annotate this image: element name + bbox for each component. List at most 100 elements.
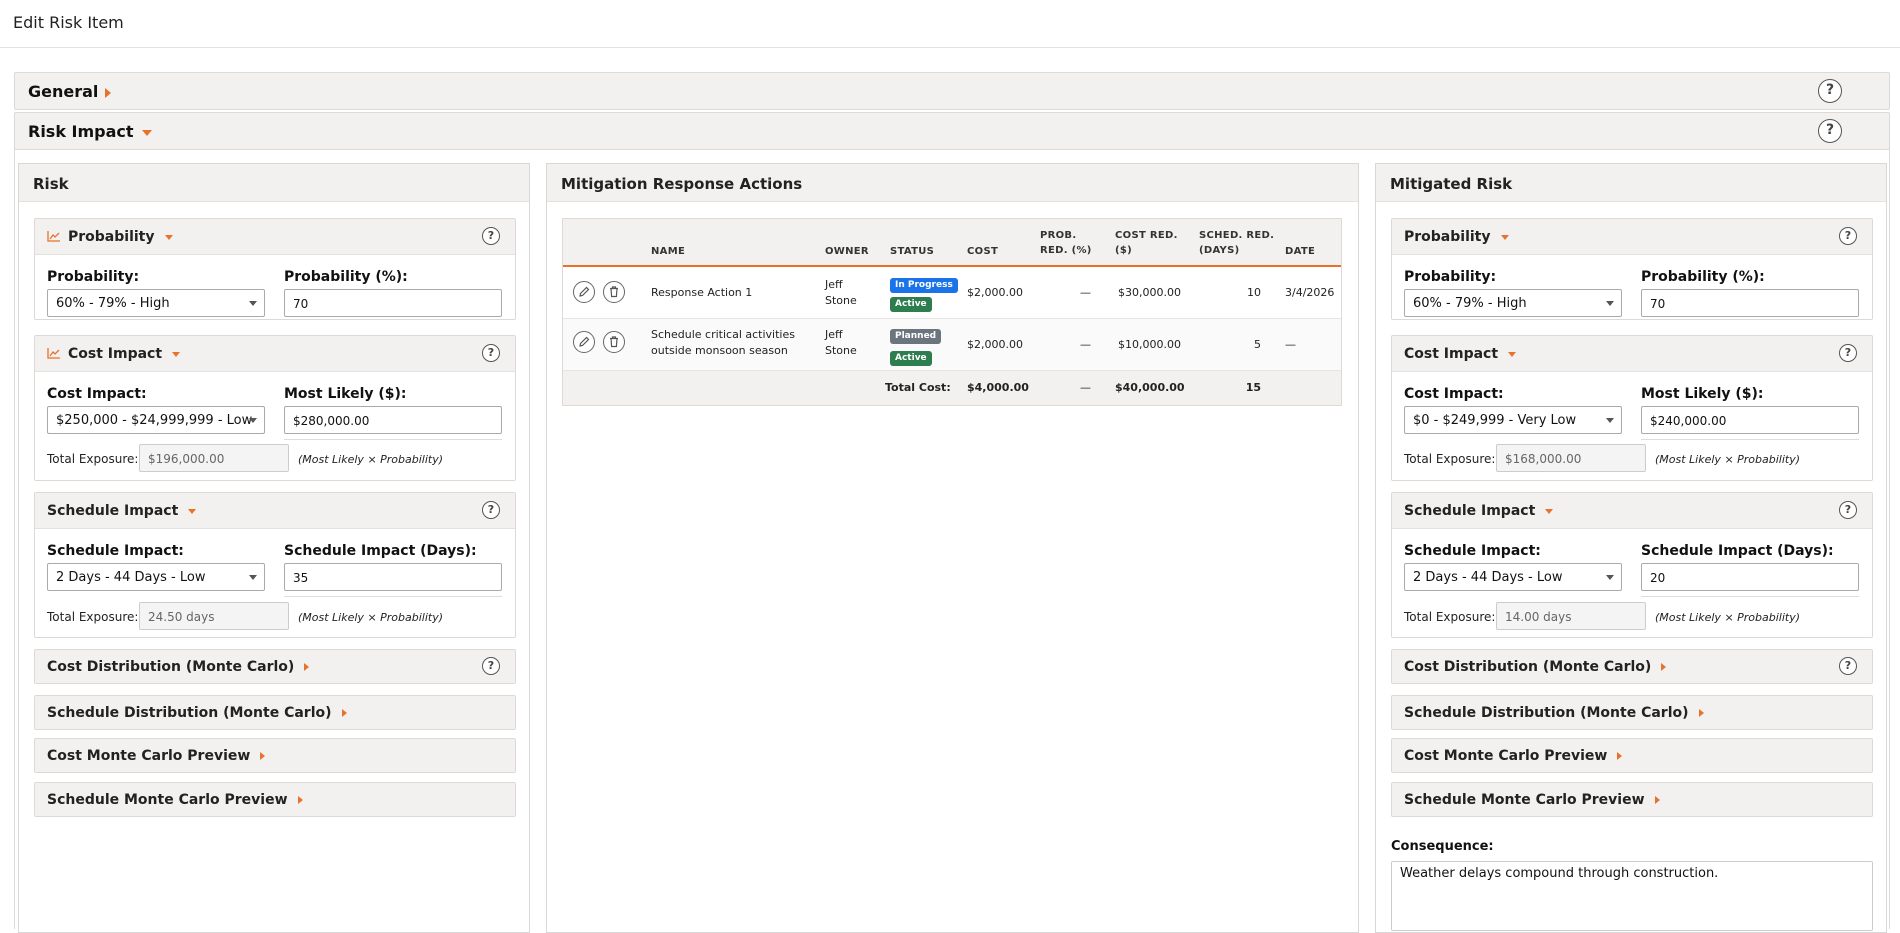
probability-pct-label: Probability (%): xyxy=(284,269,408,285)
expand-arrow-icon xyxy=(304,663,310,671)
help-icon[interactable]: ? xyxy=(1818,119,1842,143)
probability-select[interactable]: 60% - 79% - High xyxy=(1404,289,1622,317)
probability-select[interactable]: 60% - 79% - High xyxy=(47,289,265,317)
col-prob-red[interactable]: PROB. RED. (%) xyxy=(1040,228,1092,258)
schedule-days-label: Schedule Impact (Days): xyxy=(1641,543,1834,559)
action-cost: $2,000.00 xyxy=(967,338,1023,351)
collapse-arrow-icon xyxy=(188,508,197,514)
col-cost[interactable]: COST xyxy=(967,244,998,259)
schedule-days-label: Schedule Impact (Days): xyxy=(284,543,477,559)
cost-monte-carlo-card[interactable]: Cost Monte Carlo Preview xyxy=(34,738,516,773)
mitigation-panel: Mitigation Response Actions NAME OWNER S… xyxy=(546,163,1359,933)
expand-arrow-icon xyxy=(260,752,266,760)
risk-cost-header[interactable]: Cost Impact ? xyxy=(35,336,515,372)
action-sched-red: 5 xyxy=(1254,338,1261,351)
schedule-distribution-card[interactable]: Schedule Distribution (Monte Carlo) xyxy=(1391,695,1873,730)
col-date[interactable]: DATE xyxy=(1285,244,1315,259)
collapse-arrow-icon xyxy=(141,129,152,136)
consequence-textarea[interactable]: Weather delays compound through construc… xyxy=(1391,861,1873,931)
mitigated-probability-card: Probability ? Probability: 60% - 79% - H… xyxy=(1391,218,1873,320)
trash-icon[interactable] xyxy=(603,281,625,303)
schedule-monte-carlo-header: Schedule Monte Carlo Preview xyxy=(35,783,515,816)
total-exposure-field: 24.50 days xyxy=(139,602,289,630)
action-owner: Jeff Stone xyxy=(825,328,857,357)
mitigated-schedule-card: Schedule Impact ? Schedule Impact: 2 Day… xyxy=(1391,492,1873,638)
help-icon[interactable]: ? xyxy=(482,657,500,675)
help-icon[interactable]: ? xyxy=(1839,657,1857,675)
mitigated-cost-card: Cost Impact ? Cost Impact: $0 - $249,999… xyxy=(1391,335,1873,481)
table-footer: Total Cost: $4,000.00 — $40,000.00 15 xyxy=(563,371,1341,405)
section-risk-impact[interactable]: Risk Impact ? xyxy=(14,112,1890,150)
action-cost: $2,000.00 xyxy=(967,286,1023,299)
collapse-arrow-icon xyxy=(164,234,173,240)
cost-distribution-header: Cost Distribution (Monte Carlo)? xyxy=(35,650,515,683)
mitigated-probability-header[interactable]: Probability ? xyxy=(1392,219,1872,255)
pencil-icon[interactable] xyxy=(573,281,595,303)
total-cost-label: Total Cost: xyxy=(885,381,951,394)
risk-cost-card: Cost Impact ? Cost Impact: $250,000 - $2… xyxy=(34,335,516,481)
help-icon[interactable]: ? xyxy=(482,501,500,519)
cost-impact-select[interactable]: $250,000 - $24,999,999 - Low xyxy=(47,406,265,434)
action-cost-red: $30,000.00 xyxy=(1118,286,1181,299)
page-title: Edit Risk Item xyxy=(13,13,124,32)
probability-pct-input[interactable]: 70 xyxy=(284,289,502,317)
total-exposure-field: $196,000.00 xyxy=(139,444,289,472)
col-owner[interactable]: OWNER xyxy=(825,244,869,259)
cost-monte-carlo-header: Cost Monte Carlo Preview xyxy=(1392,739,1872,772)
help-icon[interactable]: ? xyxy=(482,227,500,245)
action-prob-red: — xyxy=(1080,286,1091,299)
expand-arrow-icon xyxy=(105,87,112,98)
cost-monte-carlo-card[interactable]: Cost Monte Carlo Preview xyxy=(1391,738,1873,773)
mitigation-table: NAME OWNER STATUS COST PROB. RED. (%) COS… xyxy=(562,218,1342,406)
mitigated-cost-header[interactable]: Cost Impact ? xyxy=(1392,336,1872,372)
table-header: NAME OWNER STATUS COST PROB. RED. (%) COS… xyxy=(563,219,1341,267)
total-exposure-label: Total Exposure: xyxy=(47,610,139,624)
cost-impact-label: Cost Impact: xyxy=(47,386,147,402)
section-general[interactable]: General ? xyxy=(14,72,1890,110)
expand-arrow-icon xyxy=(1661,663,1667,671)
status-badge: In Progress xyxy=(890,278,958,293)
schedule-impact-label: Schedule Impact: xyxy=(1404,543,1541,559)
most-likely-label: Most Likely ($): xyxy=(1641,386,1764,402)
expand-arrow-icon xyxy=(1698,709,1704,717)
schedule-monte-carlo-card[interactable]: Schedule Monte Carlo Preview xyxy=(1391,782,1873,817)
help-icon[interactable]: ? xyxy=(1839,227,1857,245)
action-date: — xyxy=(1285,338,1296,351)
collapse-arrow-icon xyxy=(1500,234,1509,240)
schedule-distribution-card[interactable]: Schedule Distribution (Monte Carlo) xyxy=(34,695,516,730)
help-icon[interactable]: ? xyxy=(1839,501,1857,519)
col-sched-red[interactable]: SCHED. RED. (DAYS) xyxy=(1199,228,1274,258)
exposure-formula-note: (Most Likely × Probability) xyxy=(298,611,444,624)
col-cost-red[interactable]: COST RED. ($) xyxy=(1115,228,1178,258)
cost-monte-carlo-header: Cost Monte Carlo Preview xyxy=(35,739,515,772)
cost-impact-select[interactable]: $0 - $249,999 - Very Low xyxy=(1404,406,1622,434)
schedule-monte-carlo-card[interactable]: Schedule Monte Carlo Preview xyxy=(34,782,516,817)
probability-label: Probability: xyxy=(1404,269,1497,285)
schedule-impact-select[interactable]: 2 Days - 44 Days - Low xyxy=(1404,563,1622,591)
help-icon[interactable]: ? xyxy=(1839,344,1857,362)
risk-probability-header[interactable]: Probability ? xyxy=(35,219,515,255)
schedule-days-input[interactable]: 20 xyxy=(1641,563,1859,591)
mitigated-schedule-header[interactable]: Schedule Impact ? xyxy=(1392,493,1872,529)
col-name[interactable]: NAME xyxy=(651,244,685,259)
trash-icon[interactable] xyxy=(603,331,625,353)
status-badges: Planned Active xyxy=(890,327,942,366)
schedule-impact-select[interactable]: 2 Days - 44 Days - Low xyxy=(47,563,265,591)
cost-distribution-card[interactable]: Cost Distribution (Monte Carlo)? xyxy=(34,649,516,684)
divider xyxy=(284,596,502,597)
pencil-icon[interactable] xyxy=(573,331,595,353)
help-icon[interactable]: ? xyxy=(482,344,500,362)
help-icon[interactable]: ? xyxy=(1818,79,1842,103)
divider xyxy=(1641,439,1859,440)
expand-arrow-icon xyxy=(297,796,303,804)
most-likely-input[interactable]: $280,000.00 xyxy=(284,406,502,434)
risk-schedule-header[interactable]: Schedule Impact ? xyxy=(35,493,515,529)
col-status[interactable]: STATUS xyxy=(890,244,934,259)
schedule-days-input[interactable]: 35 xyxy=(284,563,502,591)
most-likely-input[interactable]: $240,000.00 xyxy=(1641,406,1859,434)
exposure-formula-note: (Most Likely × Probability) xyxy=(1655,611,1801,624)
mitigation-panel-title: Mitigation Response Actions xyxy=(547,164,1358,202)
probability-pct-label: Probability (%): xyxy=(1641,269,1765,285)
cost-distribution-card[interactable]: Cost Distribution (Monte Carlo)? xyxy=(1391,649,1873,684)
probability-pct-input[interactable]: 70 xyxy=(1641,289,1859,317)
